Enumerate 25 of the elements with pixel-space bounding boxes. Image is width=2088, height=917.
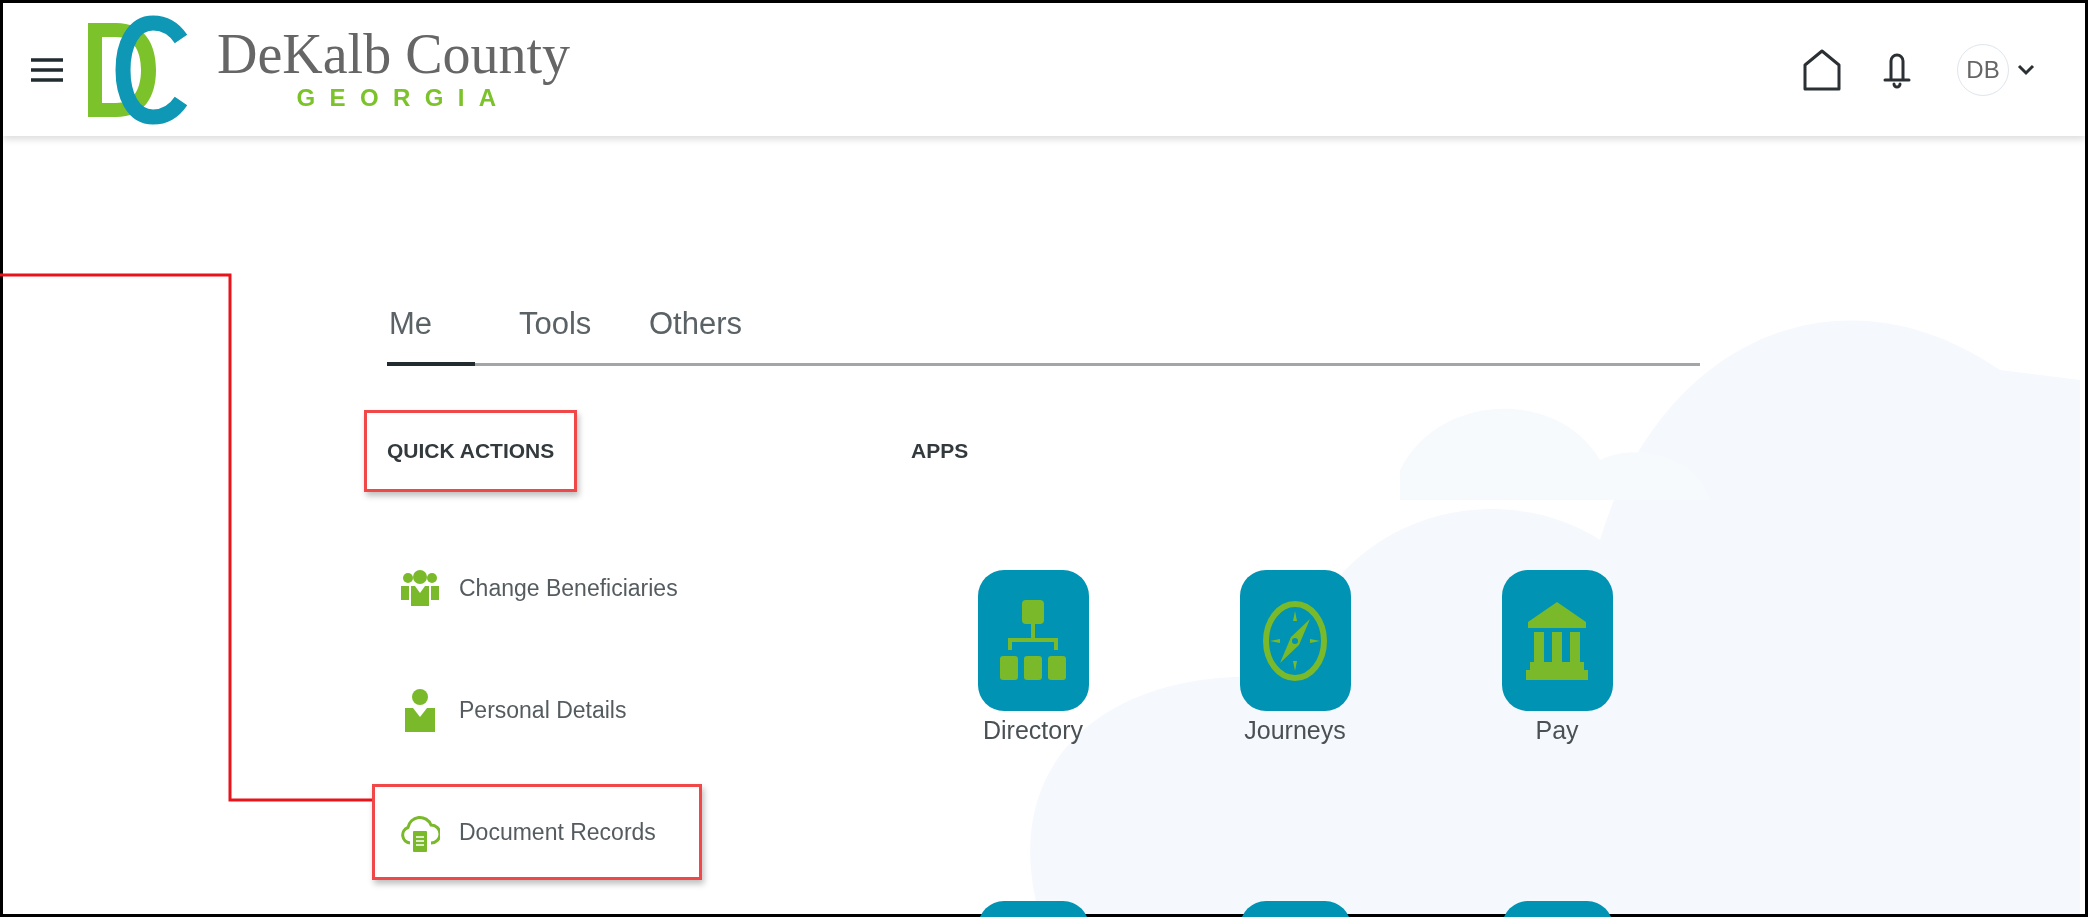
- menu-icon: [31, 57, 63, 82]
- section-heading: APPS: [911, 439, 970, 463]
- app-tile[interactable]: [977, 570, 1089, 711]
- app-tile[interactable]: [1239, 570, 1351, 711]
- quick-action-item[interactable]: Personal Details: [372, 662, 702, 758]
- brand-region: GEORGIA: [295, 83, 511, 112]
- org-chart-icon: [1000, 599, 1066, 682]
- compass-icon: [1262, 598, 1328, 683]
- home-icon: [1803, 48, 1841, 91]
- quick-action-item[interactable]: Change Beneficiaries: [372, 540, 702, 636]
- tab[interactable]: Tools: [517, 306, 605, 366]
- quick-action-item[interactable]: Document Records: [372, 784, 702, 880]
- brand-name: DeKalb County: [217, 23, 571, 84]
- section-heading: QUICK ACTIONS: [387, 439, 555, 463]
- app-label: Pay: [1535, 715, 1579, 746]
- home-button[interactable]: [1803, 48, 1841, 91]
- person-icon: [403, 688, 437, 732]
- people-icon: [400, 568, 440, 608]
- app-label: Journeys: [1244, 715, 1346, 746]
- tab[interactable]: Others: [647, 306, 745, 366]
- app-label: Directory: [983, 715, 1083, 746]
- bank-icon: [1526, 601, 1588, 680]
- app-tile[interactable]: [1501, 570, 1613, 711]
- chevron-down-icon: [2017, 63, 2035, 76]
- tab[interactable]: Me: [387, 306, 475, 366]
